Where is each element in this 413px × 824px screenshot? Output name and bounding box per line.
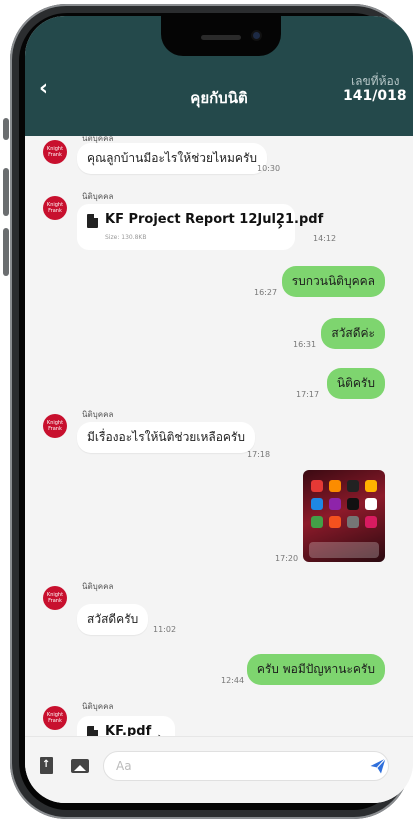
message-bubble-outgoing[interactable]: รบกวนนิติบุคคล: [281, 266, 385, 297]
camera-icon: [251, 30, 262, 41]
app-icon: [311, 498, 323, 510]
avatar: Knight Frank: [43, 414, 67, 438]
app-icon: [365, 480, 377, 492]
file-icon: [87, 214, 98, 228]
app-icon: [365, 516, 377, 528]
message-time: 11:02: [153, 625, 177, 634]
avatar: Knight Frank: [43, 140, 67, 164]
message-bubble-outgoing[interactable]: ครับ พอมีปัญหานะครับ: [246, 654, 385, 685]
message-bubble-incoming[interactable]: สวัสดีครับ: [77, 604, 149, 635]
message-input[interactable]: [103, 751, 389, 781]
app-icon: [329, 516, 341, 528]
message-bubble-outgoing[interactable]: นิติครับ: [326, 368, 385, 399]
message-bubble-outgoing[interactable]: สวัสดีค่ะ: [321, 318, 385, 349]
file-name[interactable]: KF Project Report 12Jul21.pdf: [105, 212, 323, 227]
sender-name: นิติบุคคล: [82, 410, 114, 419]
app-icon: [311, 516, 323, 528]
avatar: Knight Frank: [43, 706, 67, 730]
file-icon: [87, 726, 98, 736]
side-button: [3, 228, 9, 276]
sender-name: นิติบุคคล: [82, 702, 114, 711]
app-icon: [365, 498, 377, 510]
side-button: [3, 118, 9, 140]
message-time: 14:12: [313, 234, 337, 243]
sender-name: นิติบุคคล: [82, 192, 114, 201]
phone-notch: [161, 16, 281, 56]
chevron-right-icon[interactable]: ›: [277, 218, 283, 234]
app-icon: [347, 480, 359, 492]
side-button: [3, 168, 9, 216]
message-time: 17:20: [275, 554, 299, 563]
message-time: 10:30: [257, 164, 281, 173]
message-input-bar: [25, 736, 413, 803]
app-icon: [329, 498, 341, 510]
app-icon: [329, 480, 341, 492]
file-upload-icon[interactable]: [40, 757, 53, 774]
chat-messages[interactable]: Knight Frank นิติบุคคล คุณลูกบ้านมีอะไรใ…: [25, 136, 413, 736]
message-time: 16:27: [254, 288, 278, 297]
message-time: 12:44: [221, 676, 245, 685]
avatar: Knight Frank: [43, 196, 67, 220]
message-time: 17:18: [247, 450, 271, 459]
file-attachment[interactable]: KF Project Report 12Jul21.pdf Size: 130.…: [77, 204, 323, 250]
sender-name: นิติบุคคล: [82, 582, 114, 591]
app-icon: [347, 498, 359, 510]
message-bubble-incoming[interactable]: คุณลูกบ้านมีอะไรให้ช่วยไหมครับ: [77, 143, 268, 174]
room-number: 141/018: [343, 88, 407, 104]
file-attachment[interactable]: KF.pdf ›: [77, 716, 175, 736]
phone-screenshot-image[interactable]: [303, 470, 385, 562]
speaker-grille: [201, 35, 241, 40]
app-screen: ‹ คุยกับนิติ เลขที่ห้อง 141/018 Knight F…: [25, 16, 413, 803]
message-time: 17:17: [296, 390, 320, 399]
send-icon[interactable]: [369, 757, 387, 775]
message-time: 16:31: [293, 340, 317, 349]
image-icon[interactable]: [71, 759, 89, 773]
app-icon: [347, 516, 359, 528]
message-bubble-incoming[interactable]: มีเรื่องอะไรให้นิติช่วยเหลือครับ: [77, 422, 255, 453]
file-name[interactable]: KF.pdf: [105, 724, 151, 736]
app-icon: [311, 480, 323, 492]
avatar: Knight Frank: [43, 586, 67, 610]
chat-header: ‹ คุยกับนิติ เลขที่ห้อง 141/018: [25, 16, 413, 136]
dock: [309, 542, 379, 558]
file-size: Size: 130.8KB: [105, 234, 147, 241]
